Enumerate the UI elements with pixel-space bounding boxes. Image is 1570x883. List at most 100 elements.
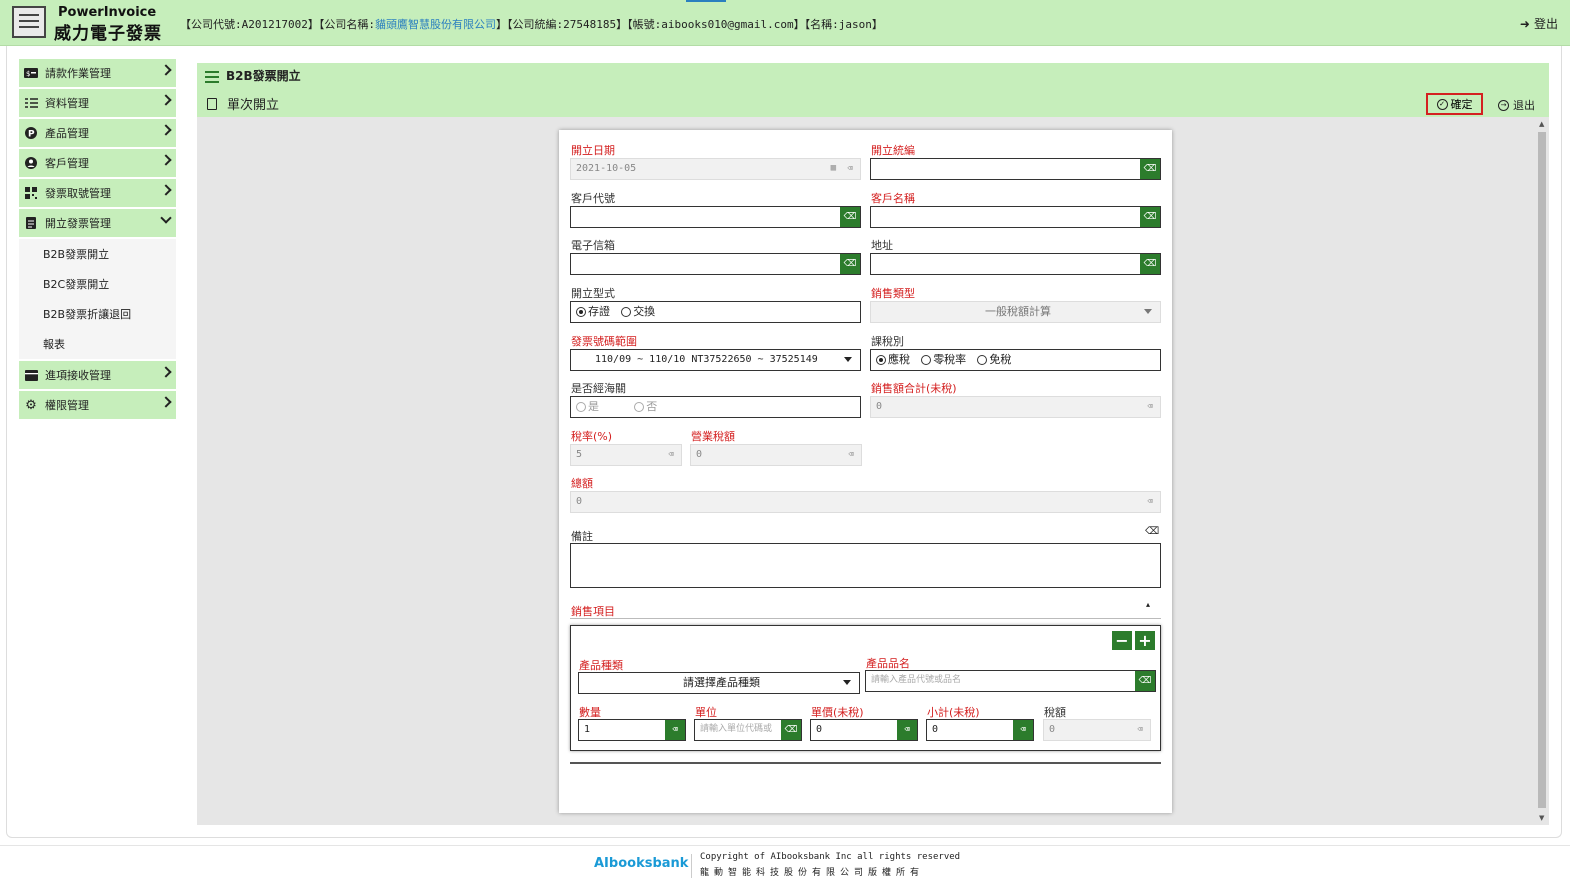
company-name-link[interactable]: 貓頭鷹智慧股份有限公司 bbox=[375, 18, 496, 31]
sidebar-item-permissions[interactable]: ⚙ 權限管理 bbox=[19, 391, 176, 419]
product-name-input[interactable]: 請輸入產品代號或品名 ⌫ bbox=[865, 670, 1156, 692]
exit-label: 退出 bbox=[1513, 99, 1535, 112]
radio-label: 存證 bbox=[588, 305, 610, 318]
radio-customs-yes[interactable]: 是 bbox=[576, 397, 599, 416]
scrollbar-thumb[interactable] bbox=[1538, 132, 1546, 808]
chevron-down-icon bbox=[160, 212, 172, 224]
business-tax-field: 0 ⌫ bbox=[690, 444, 862, 466]
eraser-icon[interactable]: ⌫ bbox=[1135, 671, 1155, 691]
chevron-right-icon bbox=[160, 184, 172, 196]
eraser-icon[interactable]: ⌫ bbox=[781, 720, 801, 740]
sidebar-item-invoice-numbers[interactable]: 發票取號管理 bbox=[19, 179, 176, 207]
tax-rate-field: 5 ⌫ bbox=[570, 444, 682, 466]
sidebar-subitem-b2c-issue[interactable]: B2C發票開立 bbox=[19, 269, 176, 299]
product-category-value: 請選擇產品種類 bbox=[683, 676, 760, 689]
address-field[interactable]: ⌫ bbox=[870, 253, 1161, 275]
radio-taxable[interactable]: 應稅 bbox=[876, 350, 910, 369]
exit-button[interactable]: → 退出 bbox=[1498, 97, 1535, 113]
chevron-right-icon bbox=[160, 366, 172, 378]
chevron-up-icon[interactable]: ▴ bbox=[1146, 600, 1150, 609]
sales-total-value: 0 bbox=[876, 401, 883, 412]
sidebar-item-label: 資料管理 bbox=[45, 97, 89, 110]
invoice-range-label: 發票號碼範圍 bbox=[571, 335, 637, 348]
hamburger-menu-icon[interactable] bbox=[205, 68, 219, 86]
calendar-icon[interactable]: ▦ bbox=[831, 159, 836, 178]
sidebar-item-incoming[interactable]: 進項接收管理 bbox=[19, 361, 176, 389]
business-tax-value: 0 bbox=[696, 449, 703, 460]
quantity-input[interactable]: 1 ⌫ bbox=[578, 719, 686, 741]
sidebar-subitem-reports[interactable]: 報表 bbox=[19, 329, 176, 359]
invoice-range-value: 110/09 ~ 110/10 NT37522650 ~ 37525149 bbox=[595, 354, 818, 365]
dollar-card-icon: $ bbox=[24, 67, 38, 79]
item-tax-field: 0 ⌫ bbox=[1043, 719, 1151, 741]
copyright-zh: 龍動智能科技股份有限公司版權所有 bbox=[700, 868, 925, 878]
eraser-icon[interactable]: ⌫ bbox=[1013, 720, 1033, 740]
radio-exchange[interactable]: 交換 bbox=[621, 302, 655, 321]
scroll-down-icon[interactable]: ▼ bbox=[1539, 814, 1544, 822]
sidebar-item-billing[interactable]: $ 請款作業管理 bbox=[19, 59, 176, 87]
tax-id-field[interactable]: ⌫ bbox=[870, 158, 1161, 180]
radio-deposit[interactable]: 存證 bbox=[576, 302, 610, 321]
app-logo[interactable]: PowerInvoice 威力電子發票 bbox=[8, 4, 168, 44]
tax-rate-value: 5 bbox=[576, 449, 583, 460]
remove-item-button[interactable]: − bbox=[1112, 631, 1132, 650]
sales-item-card: − + 產品種類 請選擇產品種類 產品品名 請輸入產品代號或品名 ⌫ 數量 1 … bbox=[570, 625, 1161, 751]
eraser-icon[interactable]: ⌫ bbox=[840, 254, 860, 274]
eraser-icon: ⌫ bbox=[668, 449, 674, 460]
unit-price-input[interactable]: 0 ⌫ bbox=[810, 719, 918, 741]
customer-code-field[interactable]: ⌫ bbox=[570, 206, 861, 228]
radio-customs-no[interactable]: 否 bbox=[634, 397, 657, 416]
caret-down-icon bbox=[1144, 309, 1152, 314]
product-name-placeholder: 請輸入產品代號或品名 bbox=[871, 675, 962, 685]
radio-tax-free[interactable]: 免稅 bbox=[977, 350, 1011, 369]
eraser-icon[interactable]: ⌫ bbox=[1140, 159, 1160, 179]
list-check-icon bbox=[24, 97, 38, 109]
vertical-scrollbar[interactable]: ▲ ▼ bbox=[1536, 118, 1548, 824]
item-tax-label: 稅額 bbox=[1044, 706, 1066, 719]
tax-rate-label: 稅率(%) bbox=[571, 430, 613, 443]
email-field[interactable]: ⌫ bbox=[570, 253, 861, 275]
sales-type-value: 一般稅額計算 bbox=[985, 305, 1051, 318]
eraser-icon[interactable]: ⌫ bbox=[840, 159, 860, 179]
eraser-icon: ⌫ bbox=[848, 449, 854, 460]
radio-unchecked-icon bbox=[576, 401, 586, 412]
radio-zero-rate[interactable]: 零稅率 bbox=[921, 350, 966, 369]
eraser-icon[interactable]: ⌫ bbox=[1140, 254, 1160, 274]
eraser-icon[interactable]: ⌫ bbox=[1145, 526, 1159, 537]
eraser-icon[interactable]: ⌫ bbox=[840, 207, 860, 227]
radio-label: 零稅率 bbox=[933, 353, 967, 366]
caret-down-icon bbox=[843, 680, 851, 685]
sidebar-item-data[interactable]: 資料管理 bbox=[19, 89, 176, 117]
add-item-button[interactable]: + bbox=[1135, 631, 1155, 650]
invoice-range-select[interactable]: 110/09 ~ 110/10 NT37522650 ~ 37525149 bbox=[570, 349, 861, 371]
eraser-icon: ⌫ bbox=[1147, 401, 1153, 412]
subtotal-input[interactable]: 0 ⌫ bbox=[926, 719, 1034, 741]
scroll-up-icon[interactable]: ▲ bbox=[1539, 120, 1544, 128]
sidebar-item-issue-invoice[interactable]: 開立發票管理 bbox=[19, 209, 176, 237]
top-header: PowerInvoice 威力電子發票 【公司代號:A201217002】【公司… bbox=[0, 0, 1570, 46]
product-category-select[interactable]: 請選擇產品種類 bbox=[578, 672, 860, 694]
gear-icon: ⚙ bbox=[25, 397, 37, 413]
issue-date-value: 2021-10-05 bbox=[576, 163, 637, 174]
unit-price-label: 單價(未稅) bbox=[811, 706, 864, 719]
eraser-icon[interactable]: ⌫ bbox=[897, 720, 917, 740]
customer-name-field[interactable]: ⌫ bbox=[870, 206, 1161, 228]
sidebar-item-products[interactable]: P 產品管理 bbox=[19, 119, 176, 147]
eraser-icon[interactable]: ⌫ bbox=[1140, 207, 1160, 227]
unit-placeholder: 請輸入單位代碼或 bbox=[700, 724, 773, 734]
logout-button[interactable]: ➜ 登出 bbox=[1520, 15, 1558, 32]
eraser-icon[interactable]: ⌫ bbox=[665, 720, 685, 740]
sidebar-item-customers[interactable]: 客戶管理 bbox=[19, 149, 176, 177]
sidebar-subitem-b2b-issue[interactable]: B2B發票開立 bbox=[19, 239, 176, 269]
issue-date-field[interactable]: 2021-10-05 ▦ ⌫ bbox=[570, 158, 861, 180]
unit-input[interactable]: 請輸入單位代碼或 ⌫ bbox=[694, 719, 802, 741]
confirm-button[interactable]: ✓ 確定 bbox=[1426, 93, 1483, 115]
caret-down-icon bbox=[844, 357, 852, 362]
arrow-circle-right-icon: → bbox=[1498, 99, 1509, 111]
tax-category-label: 課稅別 bbox=[871, 335, 904, 348]
sales-type-select[interactable]: 一般稅額計算 bbox=[870, 301, 1161, 323]
divider bbox=[570, 618, 1161, 619]
email-label: 電子信箱 bbox=[571, 239, 615, 252]
sidebar-subitem-b2b-allowance[interactable]: B2B發票折讓退回 bbox=[19, 299, 176, 329]
remark-textarea[interactable] bbox=[570, 543, 1161, 588]
